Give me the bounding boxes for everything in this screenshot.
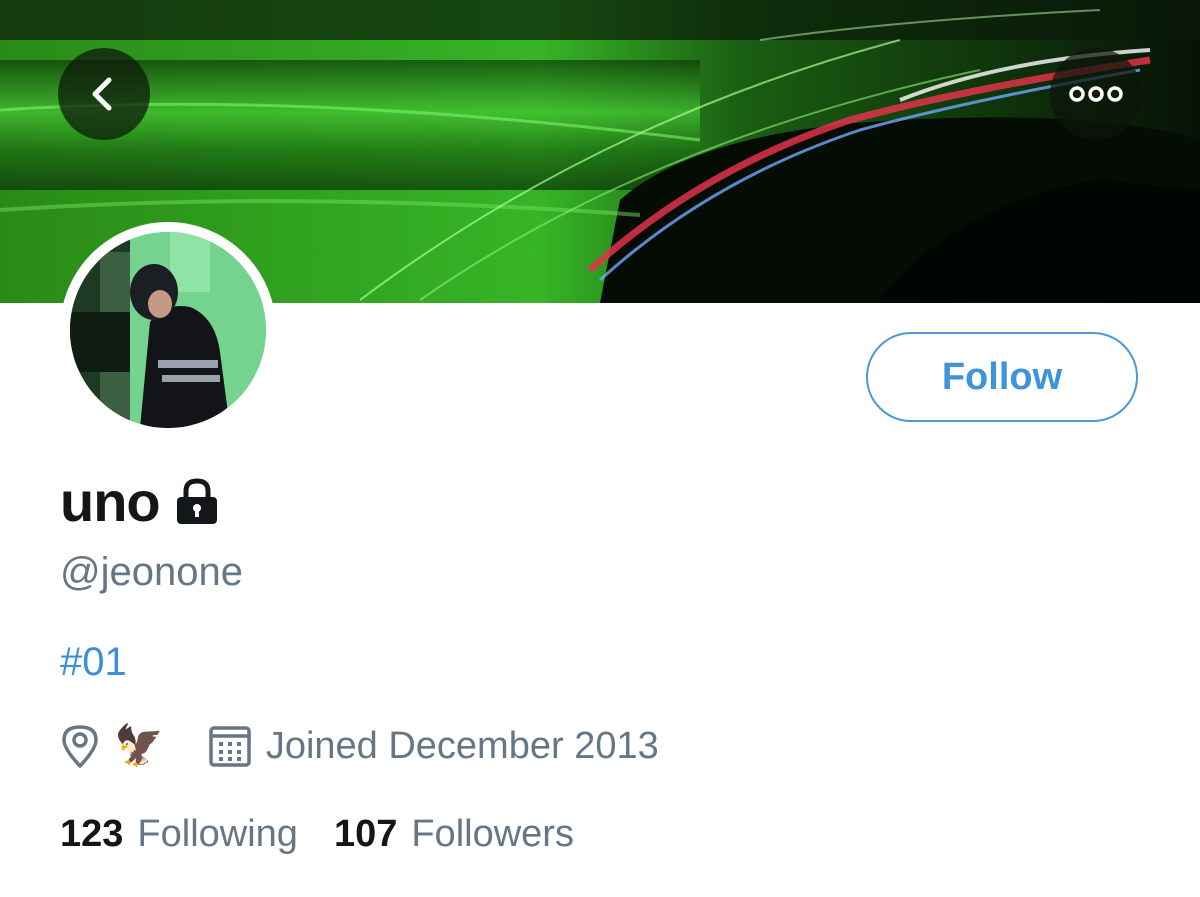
- avatar[interactable]: [60, 222, 276, 438]
- back-button[interactable]: [58, 48, 150, 140]
- following-link[interactable]: 123 Following: [60, 813, 298, 856]
- more-dots-icon: [1069, 86, 1123, 102]
- chevron-left-icon: [92, 77, 112, 111]
- lock-icon: [174, 477, 220, 530]
- followers-label: Followers: [411, 812, 574, 855]
- bio-hashtag-link[interactable]: #01: [60, 640, 127, 685]
- follow-button[interactable]: Follow: [866, 332, 1138, 422]
- location-text: 🦅: [114, 724, 164, 768]
- follow-stats: 123 Following 107 Followers: [60, 806, 610, 862]
- more-options-button[interactable]: [1050, 48, 1142, 140]
- display-name: uno: [60, 469, 161, 533]
- calendar-icon: [208, 724, 252, 768]
- following-label: Following: [137, 812, 298, 855]
- profile-meta: 🦅 Joined December 2013: [60, 716, 659, 776]
- display-name-row: uno: [60, 466, 220, 536]
- joined-date: Joined December 2013: [265, 724, 659, 767]
- followers-link[interactable]: 107 Followers: [334, 813, 574, 856]
- username-handle: @jeonone: [60, 550, 243, 594]
- avatar-image: [70, 232, 266, 428]
- followers-count: 107: [333, 812, 398, 855]
- following-count: 123: [60, 812, 124, 855]
- location-pin-icon: [60, 723, 100, 769]
